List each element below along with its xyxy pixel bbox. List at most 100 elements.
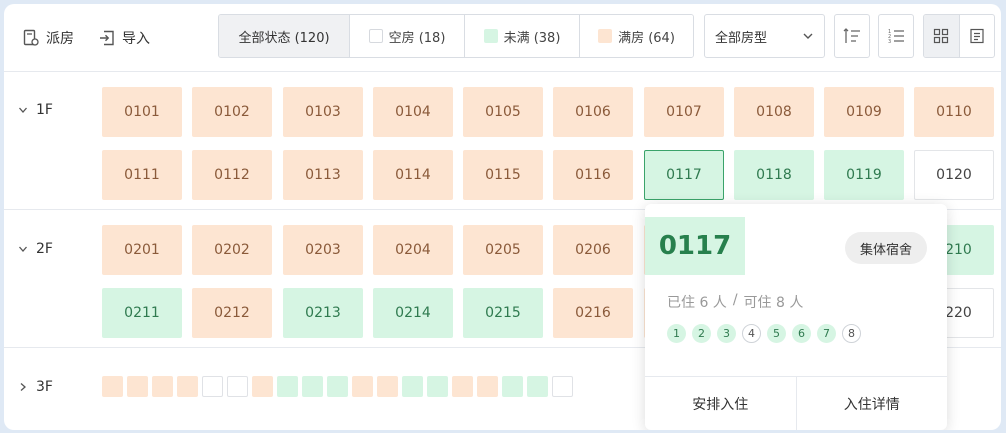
occupancy-separator: / [732,292,738,308]
room-card[interactable]: 0108 [734,87,814,137]
room-card[interactable]: 0215 [463,288,543,338]
import-button[interactable]: 导入 [98,26,150,50]
bed-occupied[interactable]: 1 [667,324,686,343]
room-mini-cell[interactable] [377,376,398,397]
bed-list: 12345678 [667,324,861,343]
room-mini-cell[interactable] [102,376,123,397]
room-card[interactable]: 0115 [463,150,543,200]
bed-occupied[interactable]: 7 [817,324,836,343]
room-card[interactable]: 0216 [553,288,633,338]
popover-room-number: 0117 [645,217,745,275]
room-mini-cell[interactable] [302,376,323,397]
room-mini-cell[interactable] [252,376,273,397]
room-card[interactable]: 0101 [102,87,182,137]
room-mini-cell[interactable] [552,376,573,397]
room-mini-cell[interactable] [402,376,423,397]
chevron-down-icon [803,33,813,39]
filter-partial[interactable]: 未满 (38) [464,15,579,57]
bed-available[interactable]: 4 [742,324,761,343]
room-card[interactable]: 0119 [824,150,904,200]
bed-occupied[interactable]: 5 [767,324,786,343]
room-card[interactable]: 0214 [373,288,453,338]
ordered-list-button[interactable]: 1 2 3 [878,14,914,58]
ordered-list-icon: 1 2 3 [888,29,904,45]
room-mini-cell[interactable] [502,376,523,397]
floor-2f-toggle[interactable]: 2F [18,241,53,257]
room-card[interactable]: 0212 [192,288,272,338]
filter-all[interactable]: 全部状态 (120) [219,15,349,57]
filter-full[interactable]: 满房 (64) [579,15,693,57]
room-type-tag: 集体宿舍 [845,232,927,264]
room-mini-cell[interactable] [427,376,448,397]
bed-occupied[interactable]: 2 [692,324,711,343]
room-card[interactable]: 0205 [463,225,543,275]
room-card[interactable]: 0211 [102,288,182,338]
svg-text:3: 3 [888,39,891,45]
room-mini-cell[interactable] [177,376,198,397]
room-mini-cell[interactable] [527,376,548,397]
room-card[interactable]: 0104 [373,87,453,137]
room-mini-cell[interactable] [127,376,148,397]
room-card[interactable]: 0102 [192,87,272,137]
list-icon [970,28,984,44]
import-icon [100,30,114,46]
room-mini-cell[interactable] [277,376,298,397]
room-card[interactable]: 0204 [373,225,453,275]
occupancy-text: 已住 6 人 / 可住 8 人 [667,292,803,312]
room-detail-popover: 0117 集体宿舍 已住 6 人 / 可住 8 人 12345678 安排入住 … [645,204,947,430]
room-mini-cell[interactable] [477,376,498,397]
room-card[interactable]: 0105 [463,87,543,137]
room-card[interactable]: 0106 [553,87,633,137]
room-card[interactable]: 0110 [914,87,994,137]
room-mini-cell[interactable] [452,376,473,397]
checkin-details-button[interactable]: 入住详情 [795,377,948,430]
room-card[interactable]: 0111 [102,150,182,200]
bed-available[interactable]: 8 [842,324,861,343]
floor-3f-toggle[interactable]: 3F [18,379,53,395]
room-type-select[interactable]: 全部房型 [704,14,825,58]
room-card[interactable]: 0112 [192,150,272,200]
chevron-down-icon [19,107,27,113]
assign-room-button[interactable]: 派房 [22,26,74,50]
arrange-checkin-button[interactable]: 安排入住 [645,377,796,430]
full-swatch [598,29,613,43]
partial-swatch [483,29,498,43]
room-card[interactable]: 0109 [824,87,904,137]
grid-view-button[interactable] [924,15,959,57]
room-card[interactable]: 0201 [102,225,182,275]
room-card[interactable]: 0213 [283,288,363,338]
filter-all-label: 全部状态 (120) [238,30,330,46]
room-mini-cell[interactable] [327,376,348,397]
sort-button[interactable] [834,14,870,58]
room-card[interactable]: 0206 [553,225,633,275]
room-card[interactable]: 0103 [283,87,363,137]
room-card[interactable]: 0114 [373,150,453,200]
bed-occupied[interactable]: 3 [717,324,736,343]
occupied-count: 已住 6 人 [667,295,727,311]
toolbar: 派房 导入 全部状态 (120) 空房 (18) 未满 (38) 满房 (64)… [4,4,1001,72]
filter-empty[interactable]: 空房 (18) [349,15,464,57]
chevron-down-icon [19,246,27,252]
room-card[interactable]: 0120 [914,150,994,200]
capacity-count: 可住 8 人 [743,295,804,311]
floor-2f-label: 2F [36,241,53,257]
list-view-button[interactable] [958,15,994,57]
room-mini-cell[interactable] [202,376,223,397]
bed-occupied[interactable]: 6 [792,324,811,343]
room-card[interactable]: 0203 [283,225,363,275]
filter-empty-label: 空房 (18) [388,30,446,46]
room-card[interactable]: 0113 [283,150,363,200]
room-type-value: 全部房型 [715,30,768,46]
room-card[interactable]: 0107 [644,87,724,137]
chevron-right-icon [20,383,26,391]
room-mini-cell[interactable] [227,376,248,397]
assign-room-label: 派房 [46,31,74,47]
assign-room-icon [23,29,39,46]
room-card[interactable]: 0118 [734,150,814,200]
room-mini-cell[interactable] [352,376,373,397]
room-card[interactable]: 0117 [644,150,724,200]
floor-1f-toggle[interactable]: 1F [18,102,53,118]
room-card[interactable]: 0202 [192,225,272,275]
room-card[interactable]: 0116 [553,150,633,200]
room-mini-cell[interactable] [152,376,173,397]
